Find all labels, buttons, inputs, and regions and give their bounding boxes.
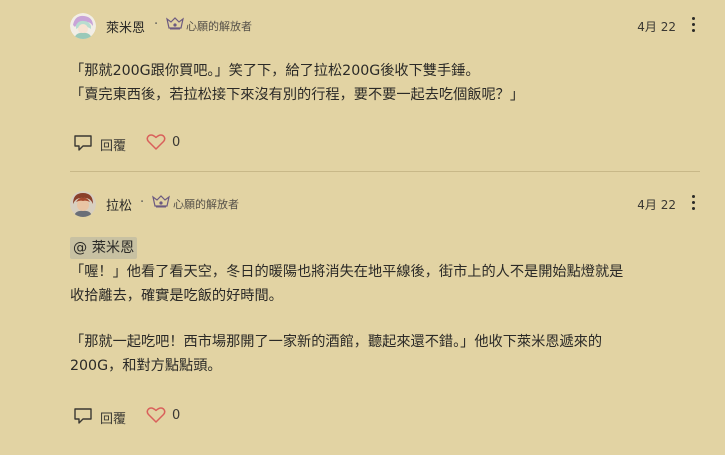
user-badge: 心願的解放者 [173,198,239,211]
avatar-image [70,13,96,39]
comment-actions: 回覆 0 [72,405,272,427]
like-count: 0 [172,135,181,150]
heart-outline-icon[interactable] [146,133,166,151]
comment-line: 「賣完東西後，若拉松接下來沒有別的行程，要不要一起去吃個飯呢？」 [70,87,525,103]
author-name[interactable]: 拉松 [106,195,132,214]
badge-emblem-icon [152,195,170,208]
user-mention[interactable]: @ 萊米恩 [70,237,138,259]
comment-line: 「那就200G跟你買吧。」笑了下，給了拉松200G後收下雙手錘。 [70,63,480,79]
comment-body: 「那就200G跟你買吧。」笑了下，給了拉松200G後收下雙手錘。 「賣完東西後，… [70,59,700,107]
avatar-image [70,191,96,217]
more-vertical-icon[interactable] [689,195,697,213]
reply-button[interactable]: 回覆 [100,135,126,154]
avatar[interactable] [70,191,96,217]
badge-emblem-icon [166,17,184,30]
reply-bubble-icon[interactable] [72,133,94,153]
comment-line: 「那就一起吃吧！西市場那開了一家新的酒館，聽起來還不錯。」他收下萊米恩遞來的 [70,334,603,350]
avatar[interactable] [70,13,96,39]
reply-bubble-icon[interactable] [72,406,94,426]
comment-line: 收拾離去，確實是吃飯的好時間。 [70,288,283,304]
post-date[interactable]: 4月 22 [637,18,676,35]
author-name[interactable]: 萊米恩 [106,17,145,36]
comment-1: 萊米恩 · 心願的解放者 4月 22 「那就200G跟你買吧。」笑了下，給了拉松… [0,0,725,172]
comment-header: 萊米恩 · 心願的解放者 4月 22 [70,13,705,39]
separator-dot: · [154,17,159,32]
comment-body: @ 萊米恩 「喔！」他看了看天空，冬日的暖陽也將消失在地平線後，街市上的人不是開… [70,236,700,378]
more-vertical-icon[interactable] [689,17,697,35]
comment-header: 拉松 · 心願的解放者 4月 22 [70,191,705,217]
like-count: 0 [172,408,181,423]
reply-button[interactable]: 回覆 [100,408,126,427]
comment-actions: 回覆 0 [72,132,272,154]
heart-outline-icon[interactable] [146,406,166,424]
comment-line: 「喔！」他看了看天空，冬日的暖陽也將消失在地平線後，街市上的人不是開始點燈就是 [70,264,624,280]
comment-2: 拉松 · 心願的解放者 4月 22 @ 萊米恩 「喔！」他看了看天空，冬日的暖陽… [0,172,725,455]
post-date[interactable]: 4月 22 [637,196,676,213]
user-badge: 心願的解放者 [186,20,252,33]
comment-line: 200G，和對方點點頭。 [70,358,222,374]
separator-dot: · [140,195,145,210]
